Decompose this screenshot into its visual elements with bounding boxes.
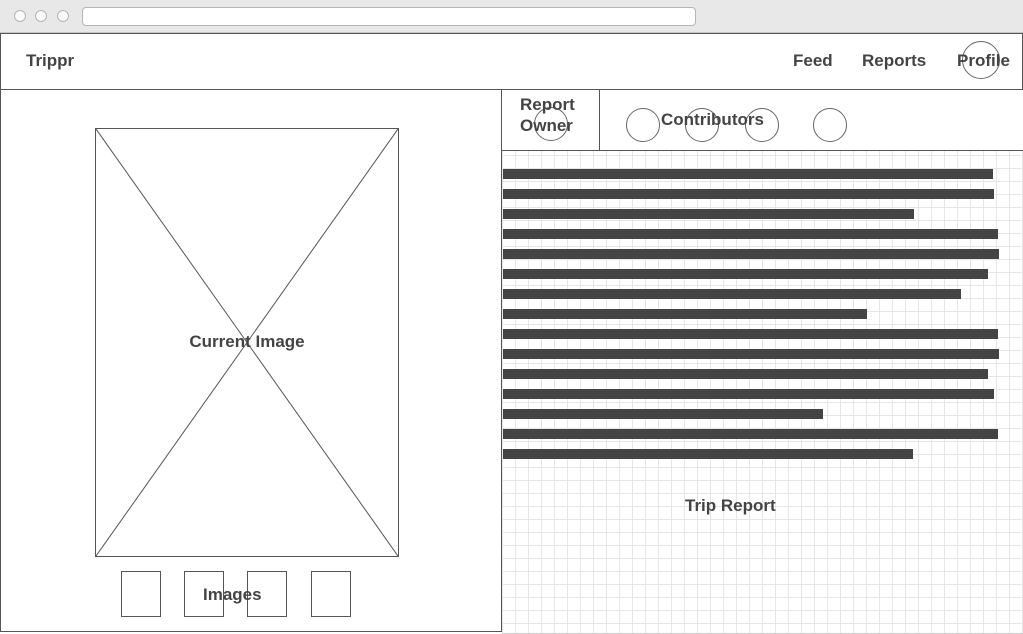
report-header: Report Owner Contributors — [502, 90, 1023, 151]
report-owner-section: Report Owner — [502, 90, 600, 151]
top-nav: Trippr Feed Reports Profile — [0, 33, 1023, 90]
brand-logo[interactable]: Trippr — [26, 51, 74, 71]
text-line-placeholder — [503, 209, 914, 219]
text-line-placeholder — [503, 389, 994, 399]
image-thumbnail[interactable] — [311, 571, 351, 617]
current-image-label: Current Image — [189, 332, 305, 351]
contributor-avatar[interactable] — [813, 108, 847, 142]
text-line-placeholder — [503, 409, 823, 419]
text-line-placeholder — [503, 309, 867, 319]
text-line-placeholder — [503, 269, 988, 279]
text-line-placeholder — [503, 249, 999, 259]
report-panel: Report Owner Contributors Trip Report — [502, 90, 1023, 634]
nav-link-feed[interactable]: Feed — [793, 51, 833, 71]
address-bar[interactable] — [82, 7, 696, 26]
report-owner-label: Report Owner — [520, 94, 575, 136]
images-label: Images — [203, 585, 262, 604]
text-line-placeholder — [503, 349, 999, 359]
nav-link-reports[interactable]: Reports — [862, 51, 926, 71]
image-thumbnail[interactable] — [121, 571, 161, 617]
text-line-placeholder — [503, 289, 961, 299]
text-line-placeholder — [503, 329, 998, 339]
trip-report-label: Trip Report — [685, 496, 776, 515]
report-owner-label-line1: Report — [520, 95, 575, 114]
image-panel: Current Image Images — [0, 90, 502, 632]
nav-link-profile[interactable]: Profile — [957, 51, 1010, 71]
browser-chrome — [0, 0, 1023, 33]
window-minimize-dot[interactable] — [35, 10, 47, 22]
text-line-placeholder — [503, 189, 994, 199]
report-owner-label-line2: Owner — [520, 116, 573, 135]
text-line-placeholder — [503, 449, 913, 459]
text-line-placeholder — [503, 369, 988, 379]
current-image-placeholder[interactable]: Current Image — [95, 128, 399, 557]
window-close-dot[interactable] — [14, 10, 26, 22]
text-line-placeholder — [503, 429, 998, 439]
contributor-avatar[interactable] — [626, 108, 660, 142]
text-line-placeholder — [503, 169, 993, 179]
contributors-label: Contributors — [661, 110, 764, 129]
text-line-placeholder — [503, 229, 998, 239]
window-maximize-dot[interactable] — [57, 10, 69, 22]
